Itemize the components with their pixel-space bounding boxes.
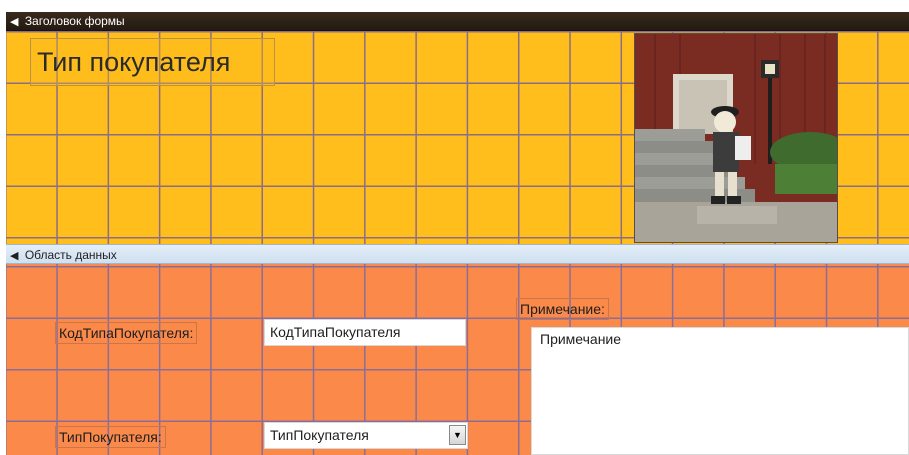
form-title-label[interactable]: Тип покупателя (30, 38, 275, 86)
type-combobox-value: ТипПокупателя (270, 427, 369, 443)
note-textbox[interactable]: Примечание (531, 327, 909, 455)
statue-photo (635, 34, 837, 242)
note-field-label[interactable]: Примечание: (516, 298, 609, 320)
dropdown-arrow-icon[interactable]: ▼ (449, 425, 466, 445)
form-header-section-bar[interactable]: ◀ Заголовок формы (6, 12, 909, 31)
code-field-label[interactable]: КодТипаПокупателя: (55, 322, 198, 344)
detail-section-bar[interactable]: ◀ Область данных (6, 244, 909, 264)
form-header-section-label: Заголовок формы (24, 14, 125, 28)
code-textbox[interactable]: КодТипаПокупателя (264, 319, 466, 346)
header-image[interactable] (634, 33, 838, 243)
section-arrow-icon: ◀ (10, 250, 19, 262)
detail-section-label: Область данных (24, 248, 117, 262)
type-combobox[interactable]: ТипПокупателя ▼ (264, 422, 468, 449)
type-field-label[interactable]: ТипПокупателя: (55, 426, 166, 448)
section-arrow-icon: ◀ (10, 16, 19, 28)
